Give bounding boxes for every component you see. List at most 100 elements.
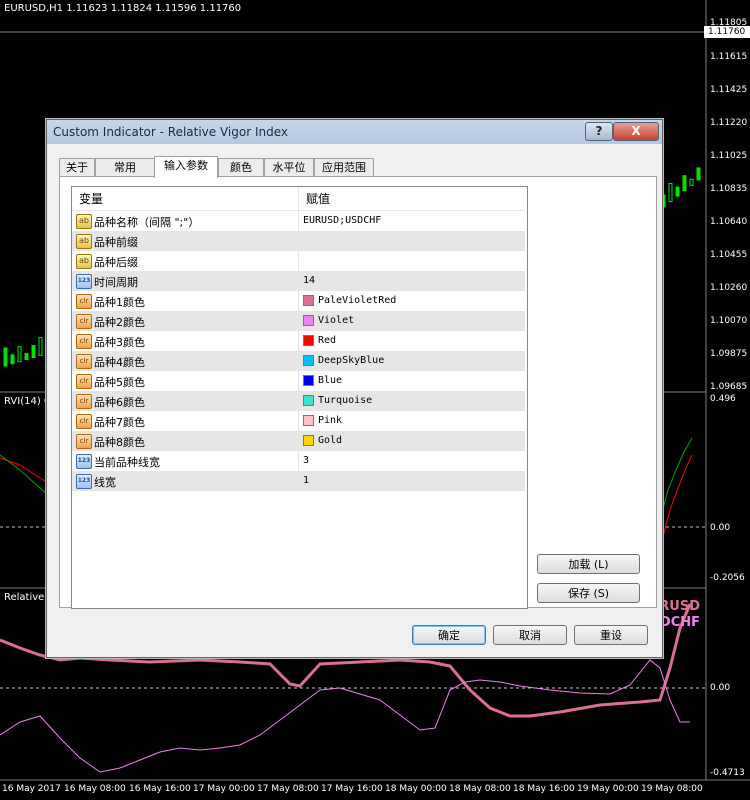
candle xyxy=(24,353,29,361)
parameter-value-cell[interactable] xyxy=(299,251,525,271)
color-type-icon: clr xyxy=(76,334,92,349)
price-axis-label: 1.10260 xyxy=(710,283,748,293)
parameter-value-cell[interactable]: Violet xyxy=(299,311,525,331)
parameter-variable-cell: clr 品种3颜色 xyxy=(72,331,299,351)
parameter-name: 品种前缀 xyxy=(94,236,138,249)
parameter-value-cell[interactable]: Blue xyxy=(299,371,525,391)
tab-common[interactable]: 常用 xyxy=(95,158,155,177)
color-swatch xyxy=(303,375,314,386)
candle xyxy=(3,347,8,367)
parameter-name: 品种7颜色 xyxy=(94,416,145,429)
parameter-row[interactable]: ab 品种名称（间隔 ";"） EURUSD;USDCHF xyxy=(72,211,525,231)
price-axis-label: 1.09875 xyxy=(710,349,748,359)
parameter-value-cell[interactable]: EURUSD;USDCHF xyxy=(299,211,525,231)
candle xyxy=(31,345,36,358)
parameter-row[interactable]: clr 品种1颜色 PaleVioletRed xyxy=(72,291,525,311)
price-axis-label: 1.11220 xyxy=(710,118,748,128)
time-axis-label: 16 May 08:00 xyxy=(64,784,126,794)
color-swatch xyxy=(303,395,314,406)
parameter-row[interactable]: clr 品种2颜色 Violet xyxy=(72,311,525,331)
rvi-axis-label: -0.2056 xyxy=(710,573,745,583)
tab-about[interactable]: 关于 xyxy=(59,158,95,177)
parameter-value: DeepSkyBlue xyxy=(318,355,385,366)
parameter-row[interactable]: ab 品种前缀 xyxy=(72,231,525,251)
parameter-variable-cell: 123 时间周期 xyxy=(72,271,299,291)
parameter-row[interactable]: 123 当前品种线宽 3 xyxy=(72,451,525,471)
parameter-row[interactable]: clr 品种7颜色 Pink xyxy=(72,411,525,431)
parameter-variable-cell: clr 品种2颜色 xyxy=(72,311,299,331)
parameter-value-cell[interactable]: 14 xyxy=(299,271,525,291)
parameter-value: 1 xyxy=(303,475,310,486)
parameter-variable-cell: ab 品种前缀 xyxy=(72,231,299,251)
string-type-icon: ab xyxy=(76,234,92,249)
symbol-label: EURUSD,H1 1.11623 1.11824 1.11596 1.1176… xyxy=(4,3,242,14)
time-axis-label: 19 May 00:00 xyxy=(577,784,639,794)
help-icon[interactable]: ? xyxy=(585,122,613,141)
parameter-value-cell[interactable]: Turquoise xyxy=(299,391,525,411)
parameter-row[interactable]: clr 品种6颜色 Turquoise xyxy=(72,391,525,411)
rvi-label: RVI(14) 0 xyxy=(4,396,51,407)
column-header-variable[interactable]: 变量 xyxy=(72,187,299,211)
candle xyxy=(696,167,701,181)
price-axis-label: 1.11025 xyxy=(710,151,748,161)
parameter-value-cell[interactable]: Red xyxy=(299,331,525,351)
rvi-axis-label: 0.00 xyxy=(710,523,731,533)
parameter-row[interactable]: clr 品种4颜色 DeepSkyBlue xyxy=(72,351,525,371)
parameter-value-cell[interactable]: Gold xyxy=(299,431,525,451)
color-swatch xyxy=(303,415,314,426)
color-swatch xyxy=(303,435,314,446)
parameter-value-cell[interactable]: Pink xyxy=(299,411,525,431)
time-axis-label: 17 May 16:00 xyxy=(321,784,383,794)
tab-inputs[interactable]: 输入参数 xyxy=(154,156,218,178)
parameter-variable-cell: ab 品种名称（间隔 ";"） xyxy=(72,211,299,231)
parameter-variable-cell: clr 品种5颜色 xyxy=(72,371,299,391)
save-button[interactable]: 保存 (S) xyxy=(537,583,640,603)
integer-type-icon: 123 xyxy=(76,474,92,489)
load-button[interactable]: 加载 (L) xyxy=(537,554,640,574)
parameter-row[interactable]: 123 时间周期 14 xyxy=(72,271,525,291)
time-axis-label: 19 May 08:00 xyxy=(641,784,703,794)
time-axis-label: 16 May 16:00 xyxy=(129,784,191,794)
parameter-row[interactable]: clr 品种5颜色 Blue xyxy=(72,371,525,391)
parameter-value-cell[interactable]: 3 xyxy=(299,451,525,471)
color-type-icon: clr xyxy=(76,314,92,329)
time-axis-label: 17 May 08:00 xyxy=(257,784,319,794)
reset-button[interactable]: 重设 xyxy=(574,625,648,645)
close-icon[interactable]: X xyxy=(613,122,659,141)
column-header-value[interactable]: 赋值 xyxy=(299,187,525,211)
parameter-value-cell[interactable]: 1 xyxy=(299,471,525,491)
parameter-row[interactable]: clr 品种3颜色 Red xyxy=(72,331,525,351)
parameter-name: 品种5颜色 xyxy=(94,376,145,389)
tab-visualization[interactable]: 应用范围 xyxy=(314,158,374,177)
parameter-value-cell[interactable]: PaleVioletRed xyxy=(299,291,525,311)
color-type-icon: clr xyxy=(76,354,92,369)
parameter-value: 3 xyxy=(303,455,310,466)
rvi-main-line-right xyxy=(659,437,693,521)
time-axis-label: 16 May 2017 xyxy=(2,784,61,794)
parameter-name: 品种1颜色 xyxy=(94,296,145,309)
color-swatch xyxy=(303,335,314,346)
parameter-value-cell[interactable] xyxy=(299,231,525,251)
rvi-axis-label: 0.496 xyxy=(710,394,736,404)
parameter-name: 品种8颜色 xyxy=(94,436,145,449)
parameter-value-cell[interactable]: DeepSkyBlue xyxy=(299,351,525,371)
tab-colors[interactable]: 颜色 xyxy=(218,158,264,177)
time-axis-label: 18 May 00:00 xyxy=(385,784,447,794)
price-axis-label: 1.10835 xyxy=(710,184,748,194)
tab-levels[interactable]: 水平位 xyxy=(264,158,314,177)
parameter-name: 线宽 xyxy=(94,476,116,489)
time-axis-label: 18 May 08:00 xyxy=(449,784,511,794)
cancel-button[interactable]: 取消 xyxy=(493,625,567,645)
parameter-variable-cell: ab 品种后缀 xyxy=(72,251,299,271)
color-type-icon: clr xyxy=(76,394,92,409)
candle xyxy=(675,186,680,197)
dialog-title: Custom Indicator - Relative Vigor Index xyxy=(53,125,289,139)
dialog-titlebar[interactable]: Custom Indicator - Relative Vigor Index … xyxy=(47,120,662,144)
parameter-row[interactable]: ab 品种后缀 xyxy=(72,251,525,271)
relative-label: Relative xyxy=(4,592,45,603)
parameter-row[interactable]: 123 线宽 1 xyxy=(72,471,525,491)
parameter-value: Red xyxy=(318,335,337,346)
parameter-row[interactable]: clr 品种8颜色 Gold xyxy=(72,431,525,451)
price-axis-label: 1.11425 xyxy=(710,85,748,95)
ok-button[interactable]: 确定 xyxy=(412,625,486,645)
